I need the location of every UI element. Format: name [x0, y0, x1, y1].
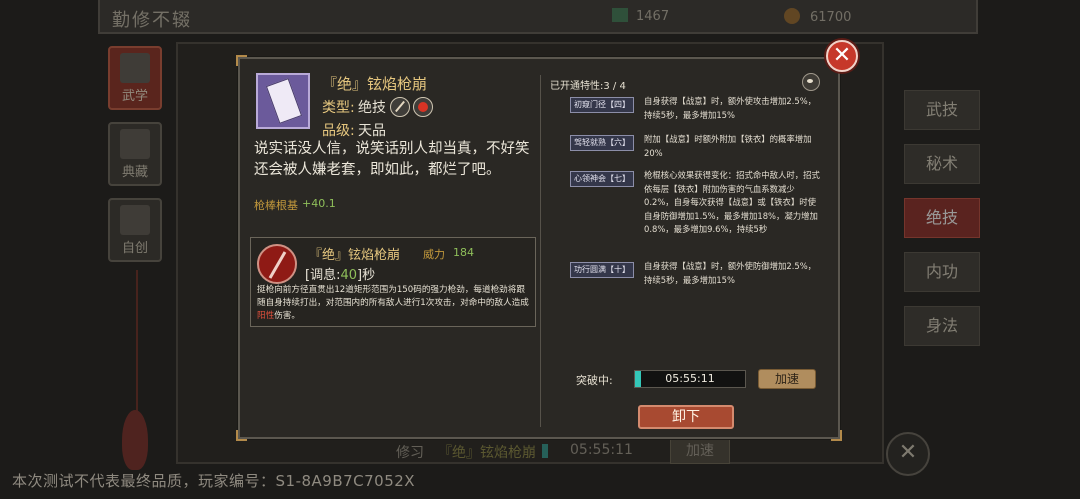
skill-name: 『绝』铉焰枪崩 — [322, 75, 428, 93]
type-label: 类型: — [322, 100, 355, 116]
power-value: 184 — [453, 246, 474, 259]
move-desc-main: 挺枪向前方径直贯出12道矩形范围为150码的强力枪劲，每道枪劲将跟随自身持续打出… — [257, 285, 529, 308]
nav-label: 自创 — [121, 241, 148, 256]
coin-currency: 61700 — [784, 8, 851, 25]
skill-quote: 说实话没人信，说笑话别人却当真，不好笑还会被人嫌老套，即如此，都烂了吧。 — [254, 141, 530, 178]
coin-icon — [784, 8, 800, 24]
tab-martial-skill[interactable]: 武技 — [904, 90, 980, 130]
corner-ornament — [236, 430, 247, 441]
panel-divider — [540, 75, 541, 427]
breakthrough-timer: 05:55:11 — [665, 372, 715, 385]
scroll-icon — [120, 129, 150, 159]
training-skill: 『绝』铉焰枪崩 — [438, 445, 536, 461]
grade-label: 品级: — [322, 123, 355, 139]
move-description: 挺枪向前方径直贯出12道矩形范围为150码的强力枪劲，每道枪劲将跟随自身持续打出… — [257, 284, 533, 323]
nav-collection[interactable]: 典藏 — [108, 122, 162, 186]
trait-description: 自身获得【战意】时，额外使防御增加2.5%，持续5秒，最多增加15% — [644, 261, 817, 285]
flame-spear-icon — [257, 244, 297, 284]
coin-amount: 61700 — [810, 10, 852, 25]
tab-movement[interactable]: 身法 — [904, 306, 980, 346]
nav-self-create[interactable]: 自创 — [108, 198, 162, 262]
stat-label: 枪棒根基 — [254, 199, 298, 212]
trait-description: 自身获得【战意】时，额外使攻击增加2.5%，持续5秒，最多增加15% — [644, 96, 817, 120]
brush-icon — [120, 205, 150, 235]
eye-icon[interactable] — [802, 73, 820, 91]
trait-tag[interactable]: 心领神会【七】 — [570, 171, 634, 187]
stat-value: +40.1 — [302, 197, 336, 210]
jade-icon — [612, 8, 628, 22]
skill-type: 绝技 — [358, 100, 386, 116]
trait-description: 附加【战意】时额外附加【铁衣】的概率增加20% — [644, 134, 812, 158]
traits-title: 已开通特性:3 / 4 — [550, 81, 626, 92]
training-progress-marker — [542, 444, 548, 458]
unequip-button[interactable]: 卸下 — [638, 405, 734, 429]
sword-book-icon — [120, 53, 150, 83]
move-card: 『绝』铉焰枪崩 威力 184 [调息:40]秒 挺枪向前方径直贯出12道矩形范围… — [250, 237, 536, 327]
jade-currency: 1467 — [612, 8, 669, 24]
jade-amount: 1467 — [636, 9, 670, 24]
skill-detail-dialog: 『绝』铉焰枪崩 类型: 绝技 品级: 天品 说实话没人信，说笑话别人却当真，不好… — [236, 55, 842, 441]
skill-grade: 天品 — [358, 123, 386, 139]
cooldown-prefix: [调息: — [305, 268, 341, 283]
training-timer: 05:55:11 — [570, 442, 633, 458]
yang-element-icon — [413, 97, 433, 117]
nav-label: 典藏 — [121, 165, 148, 180]
move-cooldown: [调息:40]秒 — [305, 264, 375, 283]
tab-secret-art[interactable]: 秘术 — [904, 144, 980, 184]
trait-tag[interactable]: 功行圆满【十】 — [570, 262, 634, 278]
close-icon[interactable]: ✕ — [886, 432, 930, 476]
trait-description: 枪棍核心效果获得变化：招式命中敌人时，招式依每层【铁衣】附加伤害的气血系数减少0… — [644, 170, 820, 234]
speedup-button[interactable]: 加速 — [758, 369, 816, 389]
breakthrough-label: 突破中: — [576, 374, 613, 387]
move-desc-element: 阳性 — [257, 311, 275, 321]
left-nav: 武学 典藏 自创 — [108, 46, 164, 266]
corner-ornament — [236, 55, 247, 66]
training-speedup-button[interactable]: 加速 — [670, 438, 730, 464]
tab-ultimate[interactable]: 绝技 — [904, 198, 980, 238]
cooldown-suffix: ]秒 — [357, 268, 376, 283]
scroll-icon — [265, 78, 303, 124]
power-label: 威力 — [423, 248, 445, 261]
close-icon[interactable]: ✕ — [826, 40, 858, 72]
page-title: 勤修不辍 — [112, 10, 192, 31]
nav-label: 武学 — [121, 89, 148, 104]
corner-ornament — [831, 430, 842, 441]
move-name: 『绝』铉焰枪崩 — [309, 248, 401, 263]
trait-tag[interactable]: 驾轻就熟【六】 — [570, 135, 634, 151]
training-status: 修习 — [396, 445, 424, 461]
tab-inner-skill[interactable]: 内功 — [904, 252, 980, 292]
trait-tag[interactable]: 初窥门径【四】 — [570, 97, 634, 113]
breakthrough-progress: 05:55:11 — [634, 370, 746, 388]
nav-martial-arts[interactable]: 武学 — [108, 46, 162, 110]
training-bar: 修习 『绝』铉焰枪崩 05:55:11 加速 — [380, 438, 740, 466]
rail-cord — [136, 270, 138, 420]
cooldown-value: 40 — [340, 268, 357, 283]
skill-scroll-icon — [256, 73, 310, 129]
move-desc-end: 伤害。 — [274, 311, 300, 321]
spear-icon — [390, 97, 410, 117]
rail-tassel — [122, 410, 148, 470]
footer-note: 本次测试不代表最终品质，玩家编号：S1-8A9B7C7052X — [12, 472, 416, 490]
